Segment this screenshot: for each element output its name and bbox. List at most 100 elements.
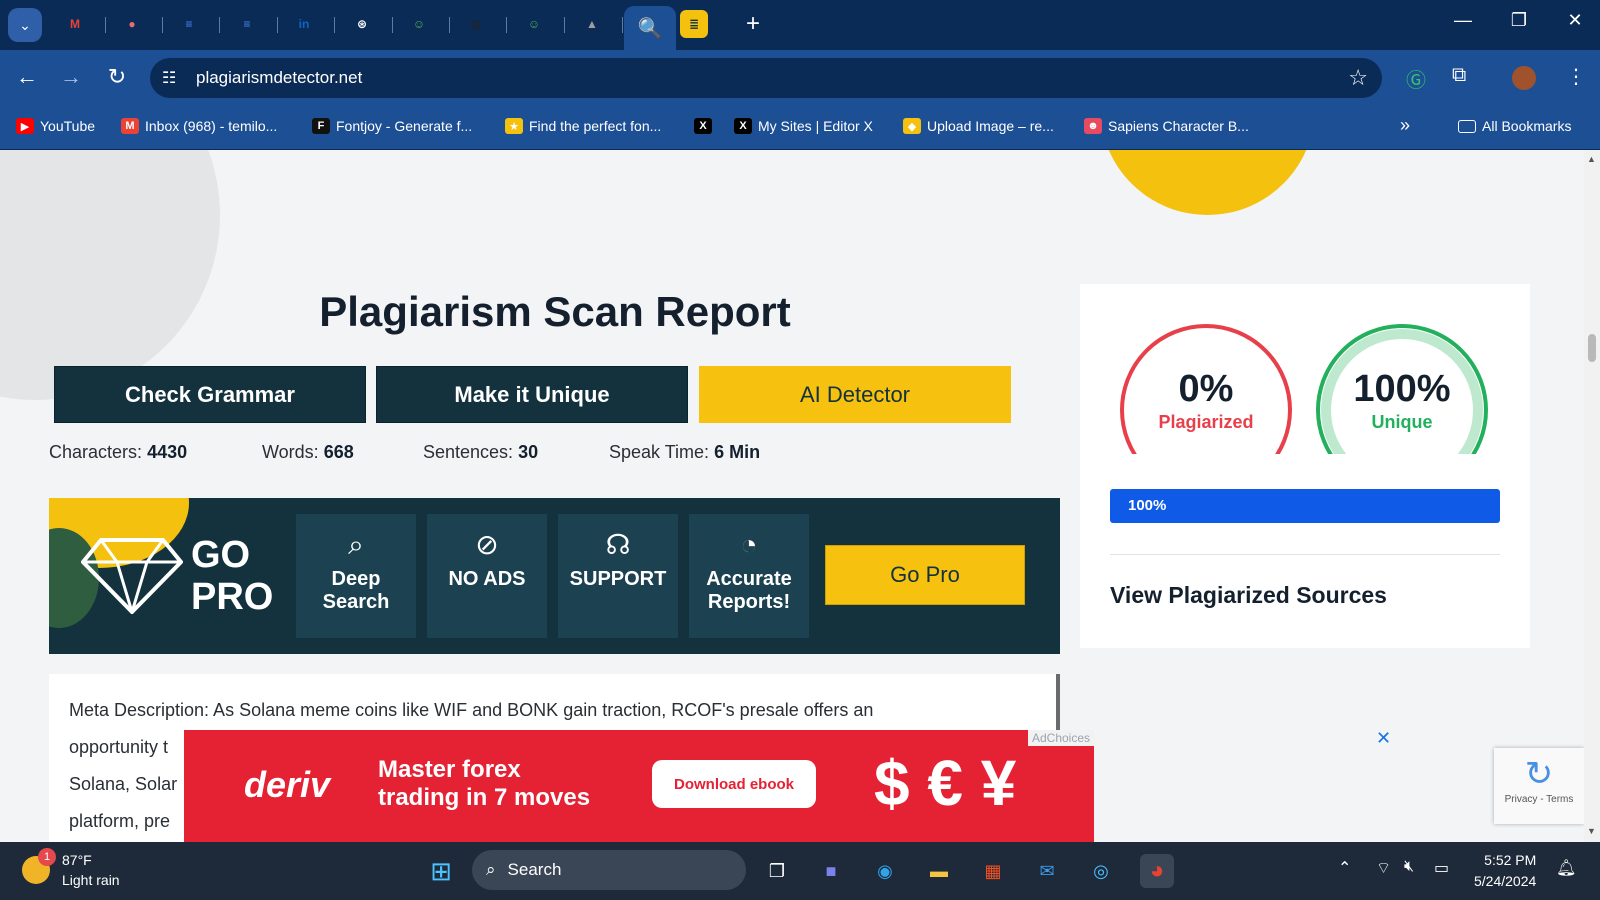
tray-chevron-up-icon[interactable]: ⌃ — [1338, 858, 1351, 878]
plagiarized-percent: 0% — [1178, 368, 1234, 410]
minimize-icon[interactable]: — — [1448, 10, 1478, 31]
reload-icon[interactable]: ↻ — [102, 64, 132, 90]
tab-search-button[interactable]: ⌄ — [8, 8, 42, 42]
bookmarks-bar: ▶ YouTube M Inbox (968) - temilo... F Fontjoy… — [0, 106, 1600, 150]
stat-sentences: Sentences: 30 — [423, 442, 539, 462]
taskbar-search-label: Search — [507, 860, 562, 879]
page-scrollbar[interactable]: ▲ ▼ — [1584, 150, 1600, 842]
back-icon[interactable]: ← — [12, 64, 42, 90]
bookmark-star-icon[interactable]: ☆ — [1348, 65, 1368, 91]
scroll-thumb[interactable] — [1588, 334, 1596, 362]
decorative-yellow-circle — [1100, 150, 1315, 215]
tab-docs-1[interactable]: ≡ — [175, 10, 203, 38]
bookmark-label: YouTube — [40, 118, 96, 134]
unique-gauge: 100% Unique — [1314, 322, 1490, 454]
bookmark-item[interactable]: ◆ Upload Image – re... — [903, 118, 1054, 134]
tab-asana[interactable]: ● — [118, 10, 146, 38]
tab-chatgpt[interactable]: ⊛ — [348, 10, 376, 38]
mail-icon[interactable]: ✉ — [1030, 854, 1064, 888]
scroll-down-icon[interactable]: ▼ — [1587, 826, 1596, 836]
bookmarks-overflow-icon[interactable]: » — [1400, 115, 1410, 136]
wifi-icon[interactable]: ⌔ — [1376, 858, 1391, 878]
file-explorer-icon[interactable]: ▬ — [922, 854, 956, 888]
weather-condition: Light rain — [62, 872, 120, 888]
bookmark-label: My Sites | Editor X — [758, 118, 873, 134]
bookmark-item[interactable]: M Inbox (968) - temilo... — [121, 118, 277, 134]
feature-deep-search: ⌕ Deep Search — [296, 514, 416, 638]
tab-separator — [105, 17, 106, 33]
bookmark-favicon-icon: ◆ — [903, 118, 921, 134]
close-window-icon[interactable]: ✕ — [1560, 10, 1590, 31]
broadcast-icon[interactable]: ◎ — [1084, 854, 1118, 888]
bookmark-favicon-icon: F — [312, 118, 330, 134]
edge-icon[interactable]: ◉ — [868, 854, 902, 888]
bookmark-label: Find the perfect fon... — [529, 118, 662, 134]
content-line: Meta Description: As Solana meme coins l… — [69, 700, 874, 720]
chrome-icon[interactable]: ◕ — [1140, 854, 1174, 888]
tab-docs-2[interactable]: ≡ — [233, 10, 261, 38]
plagiarized-gauge: 0% Plagiarized — [1118, 322, 1294, 454]
recaptcha-badge[interactable]: ↻ Privacy - Terms — [1494, 748, 1584, 824]
page-viewport: Plagiarism Scan Report Check Grammar Mak… — [0, 150, 1584, 842]
bookmark-item[interactable]: F Fontjoy - Generate f... — [312, 118, 472, 134]
bookmark-item[interactable]: X — [694, 118, 712, 134]
taskbar-search[interactable]: ⌕ Search — [472, 850, 746, 890]
tab-linkedin[interactable]: in — [290, 10, 318, 38]
bookmark-item[interactable]: X My Sites | Editor X — [734, 118, 873, 134]
tab-plagiarism-detector[interactable]: 🔍 — [624, 6, 676, 50]
bookmark-item[interactable]: ▶ YouTube — [16, 118, 95, 134]
tab-drive[interactable]: ▲ — [578, 10, 606, 38]
go-pro-button[interactable]: Go Pro — [825, 545, 1025, 605]
advertisement-banner[interactable]: deriv Master forex trading in 7 moves Do… — [184, 730, 1094, 842]
progress-fill: 100% — [1110, 489, 1500, 523]
tab-separator — [564, 17, 565, 33]
ad-close-icon[interactable]: ✕ — [1376, 728, 1391, 749]
chevron-down-icon: ⌄ — [19, 16, 31, 33]
bookmark-favicon-icon: ★ — [505, 118, 523, 134]
recaptcha-links[interactable]: Privacy - Terms — [1505, 794, 1574, 805]
grammarly-icon[interactable]: Ⓖ — [1406, 64, 1426, 93]
scroll-up-icon[interactable]: ▲ — [1587, 154, 1596, 164]
tab-globe[interactable]: ◍ — [462, 10, 490, 38]
restore-icon[interactable]: ❐ — [1504, 10, 1534, 31]
all-bookmarks[interactable]: All Bookmarks — [1458, 118, 1571, 134]
bookmark-item[interactable]: ☻ Sapiens Character B... — [1084, 118, 1249, 134]
windows-start-icon[interactable]: ⊞ — [424, 854, 458, 888]
battery-icon[interactable]: ▭ — [1434, 858, 1449, 878]
tab-notes-icon[interactable]: ≣ — [680, 10, 708, 38]
tab-robot-2[interactable]: ☺ — [520, 10, 548, 38]
url-text[interactable]: plagiarismdetector.net — [196, 68, 362, 88]
make-unique-button[interactable]: Make it Unique — [376, 366, 688, 423]
address-bar[interactable]: ☷ plagiarismdetector.net ☆ — [150, 58, 1382, 98]
no-ads-icon: ⊘ — [475, 529, 499, 560]
extensions-icon[interactable]: ⧉ — [1452, 64, 1466, 87]
system-clock[interactable]: 5:52 PM 5/24/2024 — [1474, 850, 1536, 892]
unique-label: Unique — [1371, 412, 1433, 432]
ad-choices-link[interactable]: AdChoices — [1027, 730, 1094, 746]
tab-robot-1[interactable]: ☺ — [405, 10, 433, 38]
bookmark-favicon-icon: ☻ — [1084, 118, 1102, 134]
forward-icon[interactable]: → — [56, 64, 86, 90]
new-tab-button[interactable]: + — [746, 10, 760, 38]
task-view-icon[interactable]: ❐ — [760, 854, 794, 888]
volume-muted-icon[interactable]: 🔇︎ — [1404, 858, 1414, 876]
bookmark-favicon-icon: M — [121, 118, 139, 134]
bookmark-item[interactable]: ★ Find the perfect fon... — [505, 118, 661, 134]
teams-icon[interactable]: ■ — [814, 854, 848, 888]
bookmark-label: Sapiens Character B... — [1108, 118, 1249, 134]
notification-bell-icon[interactable]: 🔔︎ — [1556, 858, 1576, 878]
ai-detector-button[interactable]: AI Detector — [699, 366, 1011, 423]
profile-avatar[interactable] — [1512, 66, 1536, 90]
content-line: opportunity t — [69, 737, 169, 757]
tab-separator — [162, 17, 163, 33]
site-settings-icon[interactable]: ☷ — [162, 68, 176, 88]
stat-speak-time: Speak Time: 6 Min — [609, 442, 761, 462]
all-bookmarks-label: All Bookmarks — [1482, 118, 1572, 134]
tab-gmail[interactable]: M — [61, 10, 89, 38]
check-grammar-button[interactable]: Check Grammar — [54, 366, 366, 423]
view-plagiarized-sources[interactable]: View Plagiarized Sources — [1110, 582, 1387, 609]
ad-download-button[interactable]: Download ebook — [652, 760, 816, 808]
store-icon[interactable]: ▦ — [976, 854, 1010, 888]
menu-dots-icon[interactable]: ⋮ — [1566, 64, 1586, 89]
bookmark-label: Inbox (968) - temilo... — [145, 118, 278, 134]
